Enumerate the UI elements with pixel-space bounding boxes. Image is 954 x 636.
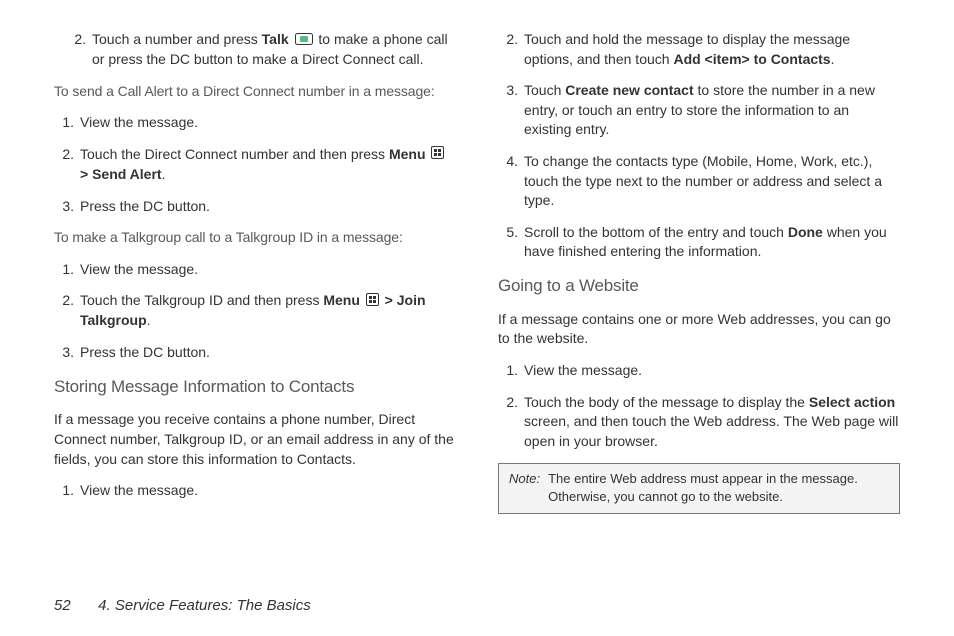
list-item: 5. Scroll to the bottom of the entry and… — [498, 223, 900, 262]
lead-text: To send a Call Alert to a Direct Connect… — [54, 82, 456, 102]
list-item: 3. Press the DC button. — [54, 197, 456, 217]
list-item: 1. View the message. — [498, 361, 900, 381]
list-item: 2. Touch and hold the message to display… — [498, 30, 900, 69]
list-text: Touch the body of the message to display… — [524, 393, 900, 452]
list-number: 5. — [498, 223, 518, 262]
list-item: 3. Press the DC button. — [54, 343, 456, 363]
create-contact-label: Create new contact — [565, 82, 693, 98]
list-number: 2. — [66, 30, 86, 70]
list-item: 3. Touch Create new contact to store the… — [498, 81, 900, 140]
list-item: 2. Touch the Talkgroup ID and then press… — [54, 291, 456, 331]
page-footer: 52 4. Service Features: The Basics — [54, 595, 311, 616]
list-text: Press the DC button. — [80, 343, 456, 363]
talk-label: Talk — [262, 31, 289, 47]
note-text: The entire Web address must appear in th… — [548, 470, 889, 506]
list-number: 3. — [498, 81, 518, 140]
list-number: 4. — [498, 152, 518, 211]
note-box: Note: The entire Web address must appear… — [498, 463, 900, 513]
paragraph: If a message contains one or more Web ad… — [498, 310, 900, 349]
lead-text: To make a Talkgroup call to a Talkgroup … — [54, 228, 456, 248]
add-to-contacts-label: Add <item> to Contacts — [673, 51, 830, 67]
list-number: 1. — [54, 260, 74, 280]
list-item: 1. View the message. — [54, 260, 456, 280]
list-text: View the message. — [80, 260, 456, 280]
left-column: 2. Touch a number and press Talk to make… — [54, 30, 456, 590]
list-item: 2. Touch the Direct Connect number and t… — [54, 145, 456, 185]
list-item: 1. View the message. — [54, 113, 456, 133]
menu-label: Menu — [389, 146, 426, 162]
list-text: Touch and hold the message to display th… — [524, 30, 900, 69]
list-text: Scroll to the bottom of the entry and to… — [524, 223, 900, 262]
chapter-title: 4. Service Features: The Basics — [98, 597, 311, 614]
list-number: 2. — [498, 30, 518, 69]
list-text: To change the contacts type (Mobile, Hom… — [524, 152, 900, 211]
done-label: Done — [788, 224, 823, 240]
list-text: View the message. — [80, 481, 456, 501]
list-text: Touch a number and press Talk to make a … — [92, 30, 456, 70]
list-item: 1. View the message. — [54, 481, 456, 501]
talk-key-icon — [295, 31, 313, 51]
list-text: Touch the Talkgroup ID and then press Me… — [80, 291, 456, 331]
menu-key-icon — [431, 145, 444, 165]
list-number: 2. — [498, 393, 518, 452]
list-number: 2. — [54, 145, 74, 185]
list-number: 1. — [54, 481, 74, 501]
list-text: View the message. — [80, 113, 456, 133]
section-heading: Storing Message Information to Contacts — [54, 375, 456, 399]
send-alert-label: Send Alert — [92, 166, 162, 182]
list-number: 1. — [498, 361, 518, 381]
list-text: Touch Create new contact to store the nu… — [524, 81, 900, 140]
section-heading: Going to a Website — [498, 274, 900, 298]
list-text: Touch the Direct Connect number and then… — [80, 145, 456, 185]
note-label: Note: — [509, 470, 540, 506]
page-number: 52 — [54, 595, 94, 616]
select-action-label: Select action — [809, 394, 895, 410]
menu-label: Menu — [323, 292, 360, 308]
list-item: 2. Touch a number and press Talk to make… — [66, 30, 456, 70]
right-column: 2. Touch and hold the message to display… — [498, 30, 900, 590]
list-item: 4. To change the contacts type (Mobile, … — [498, 152, 900, 211]
menu-key-icon — [366, 292, 379, 312]
list-number: 1. — [54, 113, 74, 133]
list-item: 2. Touch the body of the message to disp… — [498, 393, 900, 452]
page-content: 2. Touch a number and press Talk to make… — [0, 0, 954, 590]
list-number: 3. — [54, 343, 74, 363]
list-text: View the message. — [524, 361, 900, 381]
list-number: 3. — [54, 197, 74, 217]
paragraph: If a message you receive contains a phon… — [54, 410, 456, 469]
list-number: 2. — [54, 291, 74, 331]
list-text: Press the DC button. — [80, 197, 456, 217]
